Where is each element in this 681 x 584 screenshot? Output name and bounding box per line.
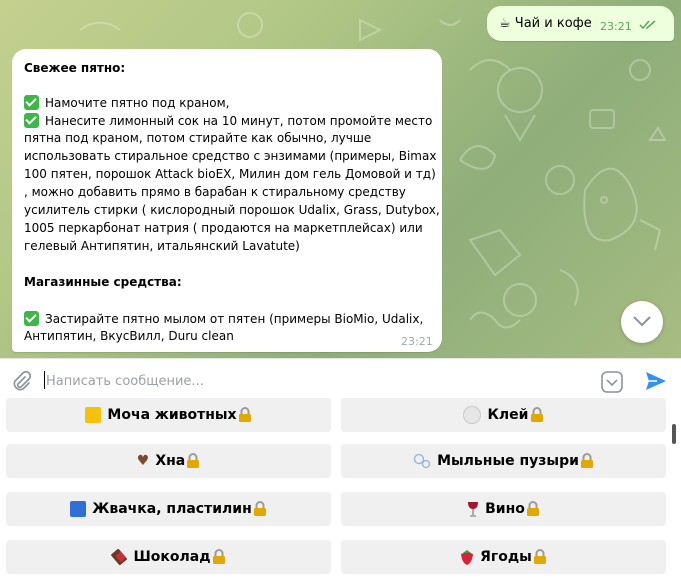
incoming-message-time: 23:21 — [401, 335, 433, 348]
outgoing-message[interactable]: ☕ Чай и кофе 23:21 — [487, 6, 674, 41]
check-mark-icon — [24, 311, 39, 326]
message-subheading: Магазинные средства: — [24, 275, 182, 289]
keyboard-button-animal-urine[interactable]: Моча животных — [6, 398, 331, 432]
lock-icon — [533, 549, 546, 564]
keyboard-button-glue[interactable]: Клей — [341, 398, 666, 432]
bot-keyboard-toggle-icon[interactable] — [601, 371, 623, 393]
message-line: Антипятин, ВкусВилл, Duru clean — [24, 329, 234, 343]
bot-reply-keyboard: Моча животных Клей ♥ Хна Мыльные пузыри Ж… — [0, 398, 681, 584]
lock-icon — [530, 407, 543, 422]
white-circle-icon — [463, 406, 482, 424]
keyboard-button-wine[interactable]: Вино — [341, 492, 666, 526]
message-line: Намочите пятно под краном, — [24, 95, 229, 110]
message-line: 1005 перкарбонат натрия ( продаются на м… — [24, 221, 423, 235]
keyboard-button-soap-bubbles[interactable]: Мыльные пузыри — [341, 444, 666, 478]
lock-icon — [187, 453, 200, 468]
double-check-icon — [639, 20, 656, 30]
lock-icon — [253, 501, 266, 516]
lock-icon — [212, 549, 225, 564]
message-line: пятна под краном, потом стирайте как обы… — [24, 131, 372, 145]
keyboard-button-berries[interactable]: Ягоды — [341, 540, 666, 574]
message-line: гелевый Антипятин, итальянский Lavatute) — [24, 239, 300, 253]
message-line: , можно добавить прямо в барабан к стира… — [24, 185, 406, 199]
chevron-down-icon — [633, 316, 651, 327]
scroll-down-button[interactable] — [621, 301, 663, 343]
check-mark-icon — [24, 113, 39, 128]
message-line: усилитель стирки ( кислородный порошок U… — [24, 203, 440, 217]
blue-square-icon — [70, 501, 87, 517]
keyboard-scrollbar[interactable] — [672, 424, 676, 444]
yellow-square-icon — [85, 407, 102, 423]
message-line: использовать стиральное средство с энзим… — [24, 149, 437, 163]
outgoing-message-time: 23:21 — [600, 20, 632, 33]
incoming-message[interactable]: Свежее пятно: Намочите пятно под краном,… — [12, 49, 442, 352]
keyboard-button-gum-plasticine[interactable]: Жвачка, пластилин — [6, 492, 331, 526]
outgoing-message-text: ☕ Чай и кофе — [499, 16, 592, 31]
check-mark-icon — [24, 95, 39, 110]
lock-icon — [526, 501, 539, 516]
bubbles-icon — [413, 453, 431, 469]
chocolate-bar-icon — [111, 549, 128, 565]
message-line: 100 пятен, порошок Attack bioEX, Милин д… — [24, 167, 436, 181]
coffee-icon: ☕ — [499, 16, 511, 31]
paperclip-icon[interactable] — [11, 371, 31, 393]
lock-icon — [238, 407, 251, 422]
text-cursor — [44, 371, 45, 389]
message-line: Нанесите лимонный сок на 10 минут, потом… — [24, 113, 432, 128]
message-line: Застирайте пятно мылом от пятен (примеры… — [24, 311, 423, 326]
strawberry-icon — [461, 550, 474, 565]
message-input[interactable] — [44, 370, 588, 392]
brown-heart-icon: ♥ — [136, 453, 150, 469]
send-icon[interactable] — [644, 370, 668, 392]
lock-icon — [580, 453, 593, 468]
message-composer — [0, 358, 681, 403]
keyboard-button-henna[interactable]: ♥ Хна — [6, 444, 331, 478]
chat-area: ☕ Чай и кофе 23:21 Свежее пятно: Намочит… — [0, 0, 681, 358]
message-heading: Свежее пятно: — [24, 61, 126, 75]
wine-glass-icon — [468, 502, 479, 517]
keyboard-button-chocolate[interactable]: Шоколад — [6, 540, 331, 574]
